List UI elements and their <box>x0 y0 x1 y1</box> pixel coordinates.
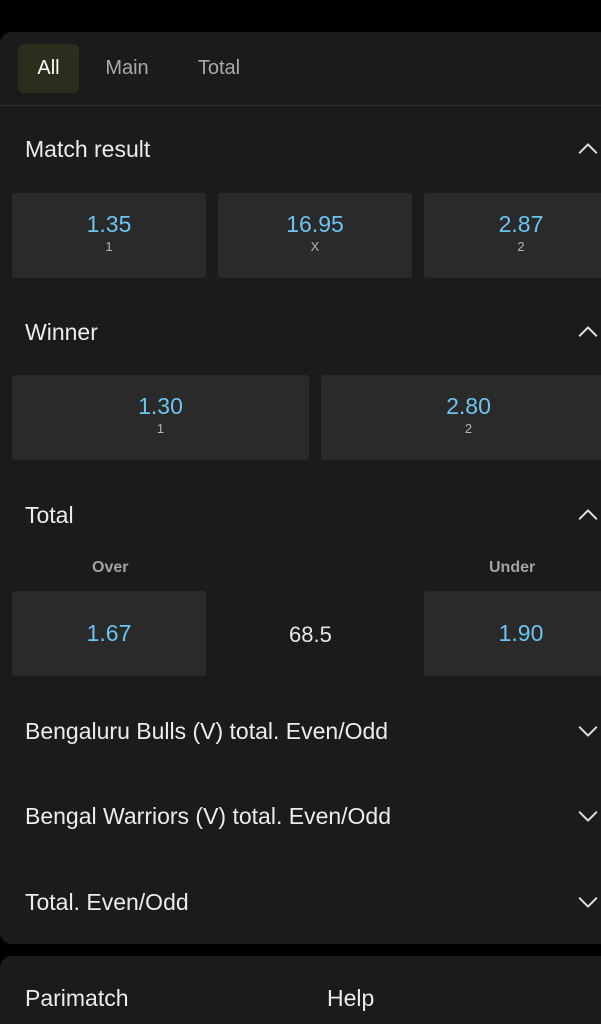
odds-value: 1.30 <box>138 393 183 419</box>
outcome-label: 1 <box>105 239 113 254</box>
footer: Parimatch Help <box>0 956 601 1024</box>
winner-title[interactable]: Winner <box>25 319 98 346</box>
outcome-label: 1 <box>156 421 165 436</box>
market-title: Bengaluru Bulls (V) total. Even/Odd <box>25 718 389 744</box>
market-row-bengal-warriors-even-odd[interactable]: Bengal Warriors (V) total. Even/Odd <box>0 803 601 843</box>
odds-button-1[interactable]: 1.35 1 <box>12 193 206 278</box>
tab-main[interactable]: Main <box>90 44 164 93</box>
chevron-up-icon[interactable] <box>577 138 601 162</box>
odds-value: 16.95 <box>286 211 344 237</box>
markets-panel: All Main Total Match result 1.35 1 16.95… <box>0 32 601 944</box>
total-line-value: 68.5 <box>289 622 332 647</box>
odds-button-2[interactable]: 2.87 2 <box>424 193 601 278</box>
chevron-down-icon[interactable] <box>577 805 601 829</box>
footer-brand-link[interactable]: Parimatch <box>25 985 129 1012</box>
winner-button-2[interactable]: 2.80 2 <box>321 375 601 460</box>
winner-button-1[interactable]: 1.30 1 <box>12 375 309 460</box>
odds-value: 1.90 <box>498 620 544 646</box>
odds-value: 1.35 <box>86 211 132 237</box>
total-over-button[interactable]: 1.67 <box>12 591 206 676</box>
tab-all[interactable]: All <box>18 44 79 93</box>
total-title[interactable]: Total <box>25 502 74 529</box>
market-row-bengaluru-bulls-even-odd[interactable]: Bengaluru Bulls (V) total. Even/Odd <box>0 718 601 758</box>
chevron-up-icon[interactable] <box>577 321 601 345</box>
match-result-title[interactable]: Match result <box>25 136 150 163</box>
market-row-total-even-odd[interactable]: Total. Even/Odd <box>0 889 601 929</box>
outcome-label: 2 <box>464 421 473 436</box>
odds-value: 2.87 <box>498 211 544 237</box>
total-under-button[interactable]: 1.90 <box>424 591 601 676</box>
outcome-label: 2 <box>517 239 525 254</box>
market-filter-tabs: All Main Total <box>0 32 601 106</box>
market-title: Total. Even/Odd <box>25 889 189 915</box>
chevron-up-icon[interactable] <box>577 504 601 528</box>
odds-button-x[interactable]: 16.95 X <box>218 193 412 278</box>
outcome-label: X <box>310 239 320 254</box>
market-title: Bengal Warriors (V) total. Even/Odd <box>25 803 392 829</box>
footer-help-link[interactable]: Help <box>327 985 374 1012</box>
chevron-down-icon[interactable] <box>577 891 601 915</box>
tab-total[interactable]: Total <box>178 44 260 93</box>
chevron-down-icon[interactable] <box>577 720 601 744</box>
over-column-header: Over <box>92 559 129 576</box>
odds-value: 2.80 <box>446 393 491 419</box>
odds-value: 1.67 <box>86 620 132 646</box>
under-column-header: Under <box>489 559 536 576</box>
